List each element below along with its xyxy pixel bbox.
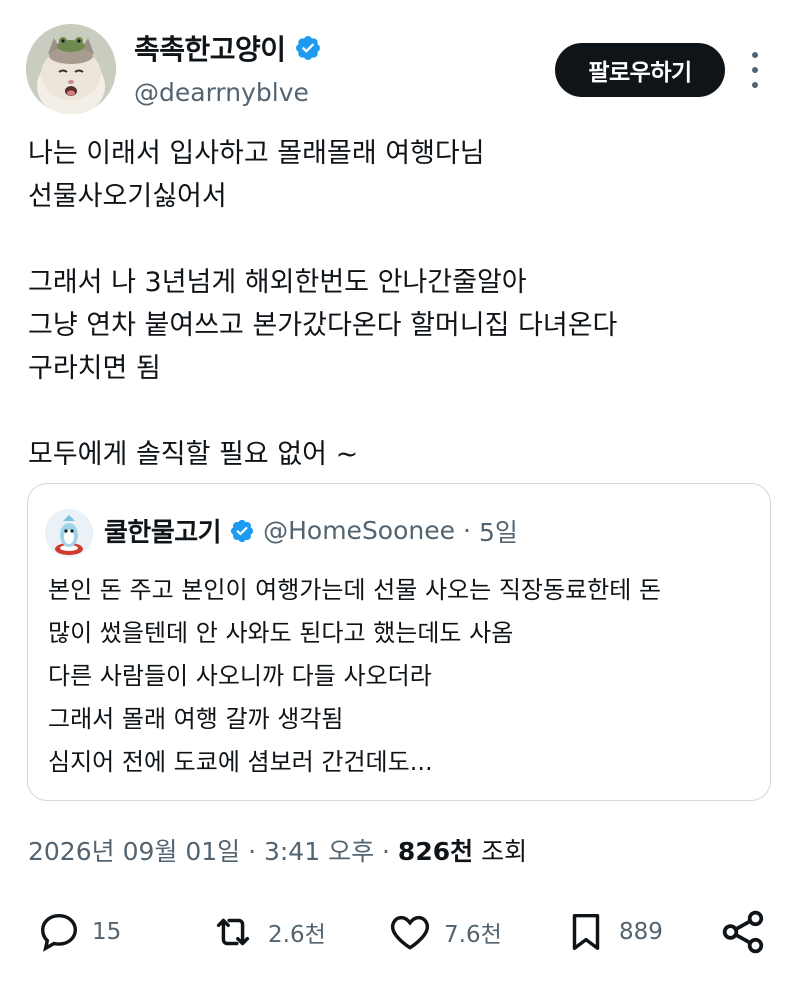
quote-line: 다른 사람들이 사오니까 다들 사오더라 [48, 662, 432, 690]
share-button[interactable] [718, 900, 768, 964]
cat-avatar-image [26, 24, 116, 114]
bookmark-icon [572, 913, 600, 951]
quote-separator: · [463, 516, 471, 545]
author-handle[interactable]: @dearrnyblve [134, 78, 309, 107]
fish-avatar-image [45, 509, 93, 557]
more-options-icon[interactable] [744, 52, 766, 88]
heart-icon [390, 915, 430, 950]
retweet-button[interactable]: 2.6천 [208, 900, 326, 964]
quote-header: 쿨한물고기 @HomeSoonee · 5일 [104, 512, 518, 549]
quote-line: 심지어 전에 도쿄에 셤보러 간건데도... [48, 748, 433, 776]
author-name-row[interactable]: 촉촉한고양이 [134, 28, 322, 68]
verified-badge-icon [231, 519, 254, 542]
quoted-tweet-card[interactable]: 쿨한물고기 @HomeSoonee · 5일 본인 돈 주고 본인이 여행가는데… [27, 483, 771, 801]
tweet-line: 그래서 나 3년넘게 해외한번도 안나간줄알아 [28, 267, 527, 298]
views-count[interactable]: 826천 [398, 837, 473, 866]
author-avatar[interactable] [26, 24, 116, 114]
quote-line: 그래서 몰래 여행 갈까 생각됨 [48, 705, 344, 733]
retweet-icon [216, 918, 250, 946]
tweet-text: 나는 이래서 입사하고 몰래몰래 여행다님 선물사오기싫어서 그래서 나 3년넘… [28, 132, 773, 476]
tweet-line: 나는 이래서 입사하고 몰래몰래 여행다님 [28, 138, 485, 169]
quote-author-handle[interactable]: @HomeSoonee [263, 516, 455, 545]
follow-button[interactable]: 팔로우하기 [555, 43, 725, 97]
tweet-line: 구라치면 됨 [28, 353, 161, 384]
tweet-datetime[interactable]: 2026년 09월 01일 · 3:41 오후 · [28, 837, 398, 866]
bookmark-button[interactable]: 889 [563, 900, 663, 964]
like-count: 7.6천 [444, 922, 502, 948]
tweet-meta: 2026년 09월 01일 · 3:41 오후 · 826천 조회 [28, 832, 527, 868]
quote-author-avatar[interactable] [45, 509, 93, 557]
share-icon [722, 910, 764, 954]
quote-timestamp[interactable]: 5일 [479, 513, 518, 549]
quote-line: 많이 썼을텐데 안 사와도 된다고 했는데도 사옴 [48, 619, 514, 647]
quote-line: 본인 돈 주고 본인이 여행가는데 선물 사오는 직장동료한테 돈 [48, 576, 662, 604]
author-display-name[interactable]: 촉촉한고양이 [134, 28, 286, 68]
more-dot [752, 52, 758, 58]
quote-author-name[interactable]: 쿨한물고기 [104, 512, 222, 549]
verified-badge-icon [295, 36, 320, 60]
reply-icon [40, 913, 78, 952]
bookmark-count: 889 [619, 919, 663, 945]
tweet-line: 선물사오기싫어서 [28, 181, 227, 212]
views-label: 조회 [481, 837, 528, 866]
action-bar: 15 2.6천 7.6천 889 [0, 900, 800, 964]
quote-text: 본인 돈 주고 본인이 여행가는데 선물 사오는 직장동료한테 돈 많이 썼을텐… [48, 569, 661, 784]
more-dot [752, 67, 758, 73]
tweet-line: 그냥 연차 붙여쓰고 본가갔다온다 할머니집 다녀온다 [28, 310, 618, 341]
like-button[interactable]: 7.6천 [386, 900, 502, 964]
tweet-line [28, 390, 773, 433]
reply-button[interactable]: 15 [36, 900, 121, 964]
tweet-line [28, 218, 773, 261]
more-dot [752, 82, 758, 88]
retweet-count: 2.6천 [268, 922, 326, 948]
tweet-line: 모두에게 솔직할 필요 없어 ~ [28, 439, 359, 470]
reply-count: 15 [92, 919, 122, 945]
